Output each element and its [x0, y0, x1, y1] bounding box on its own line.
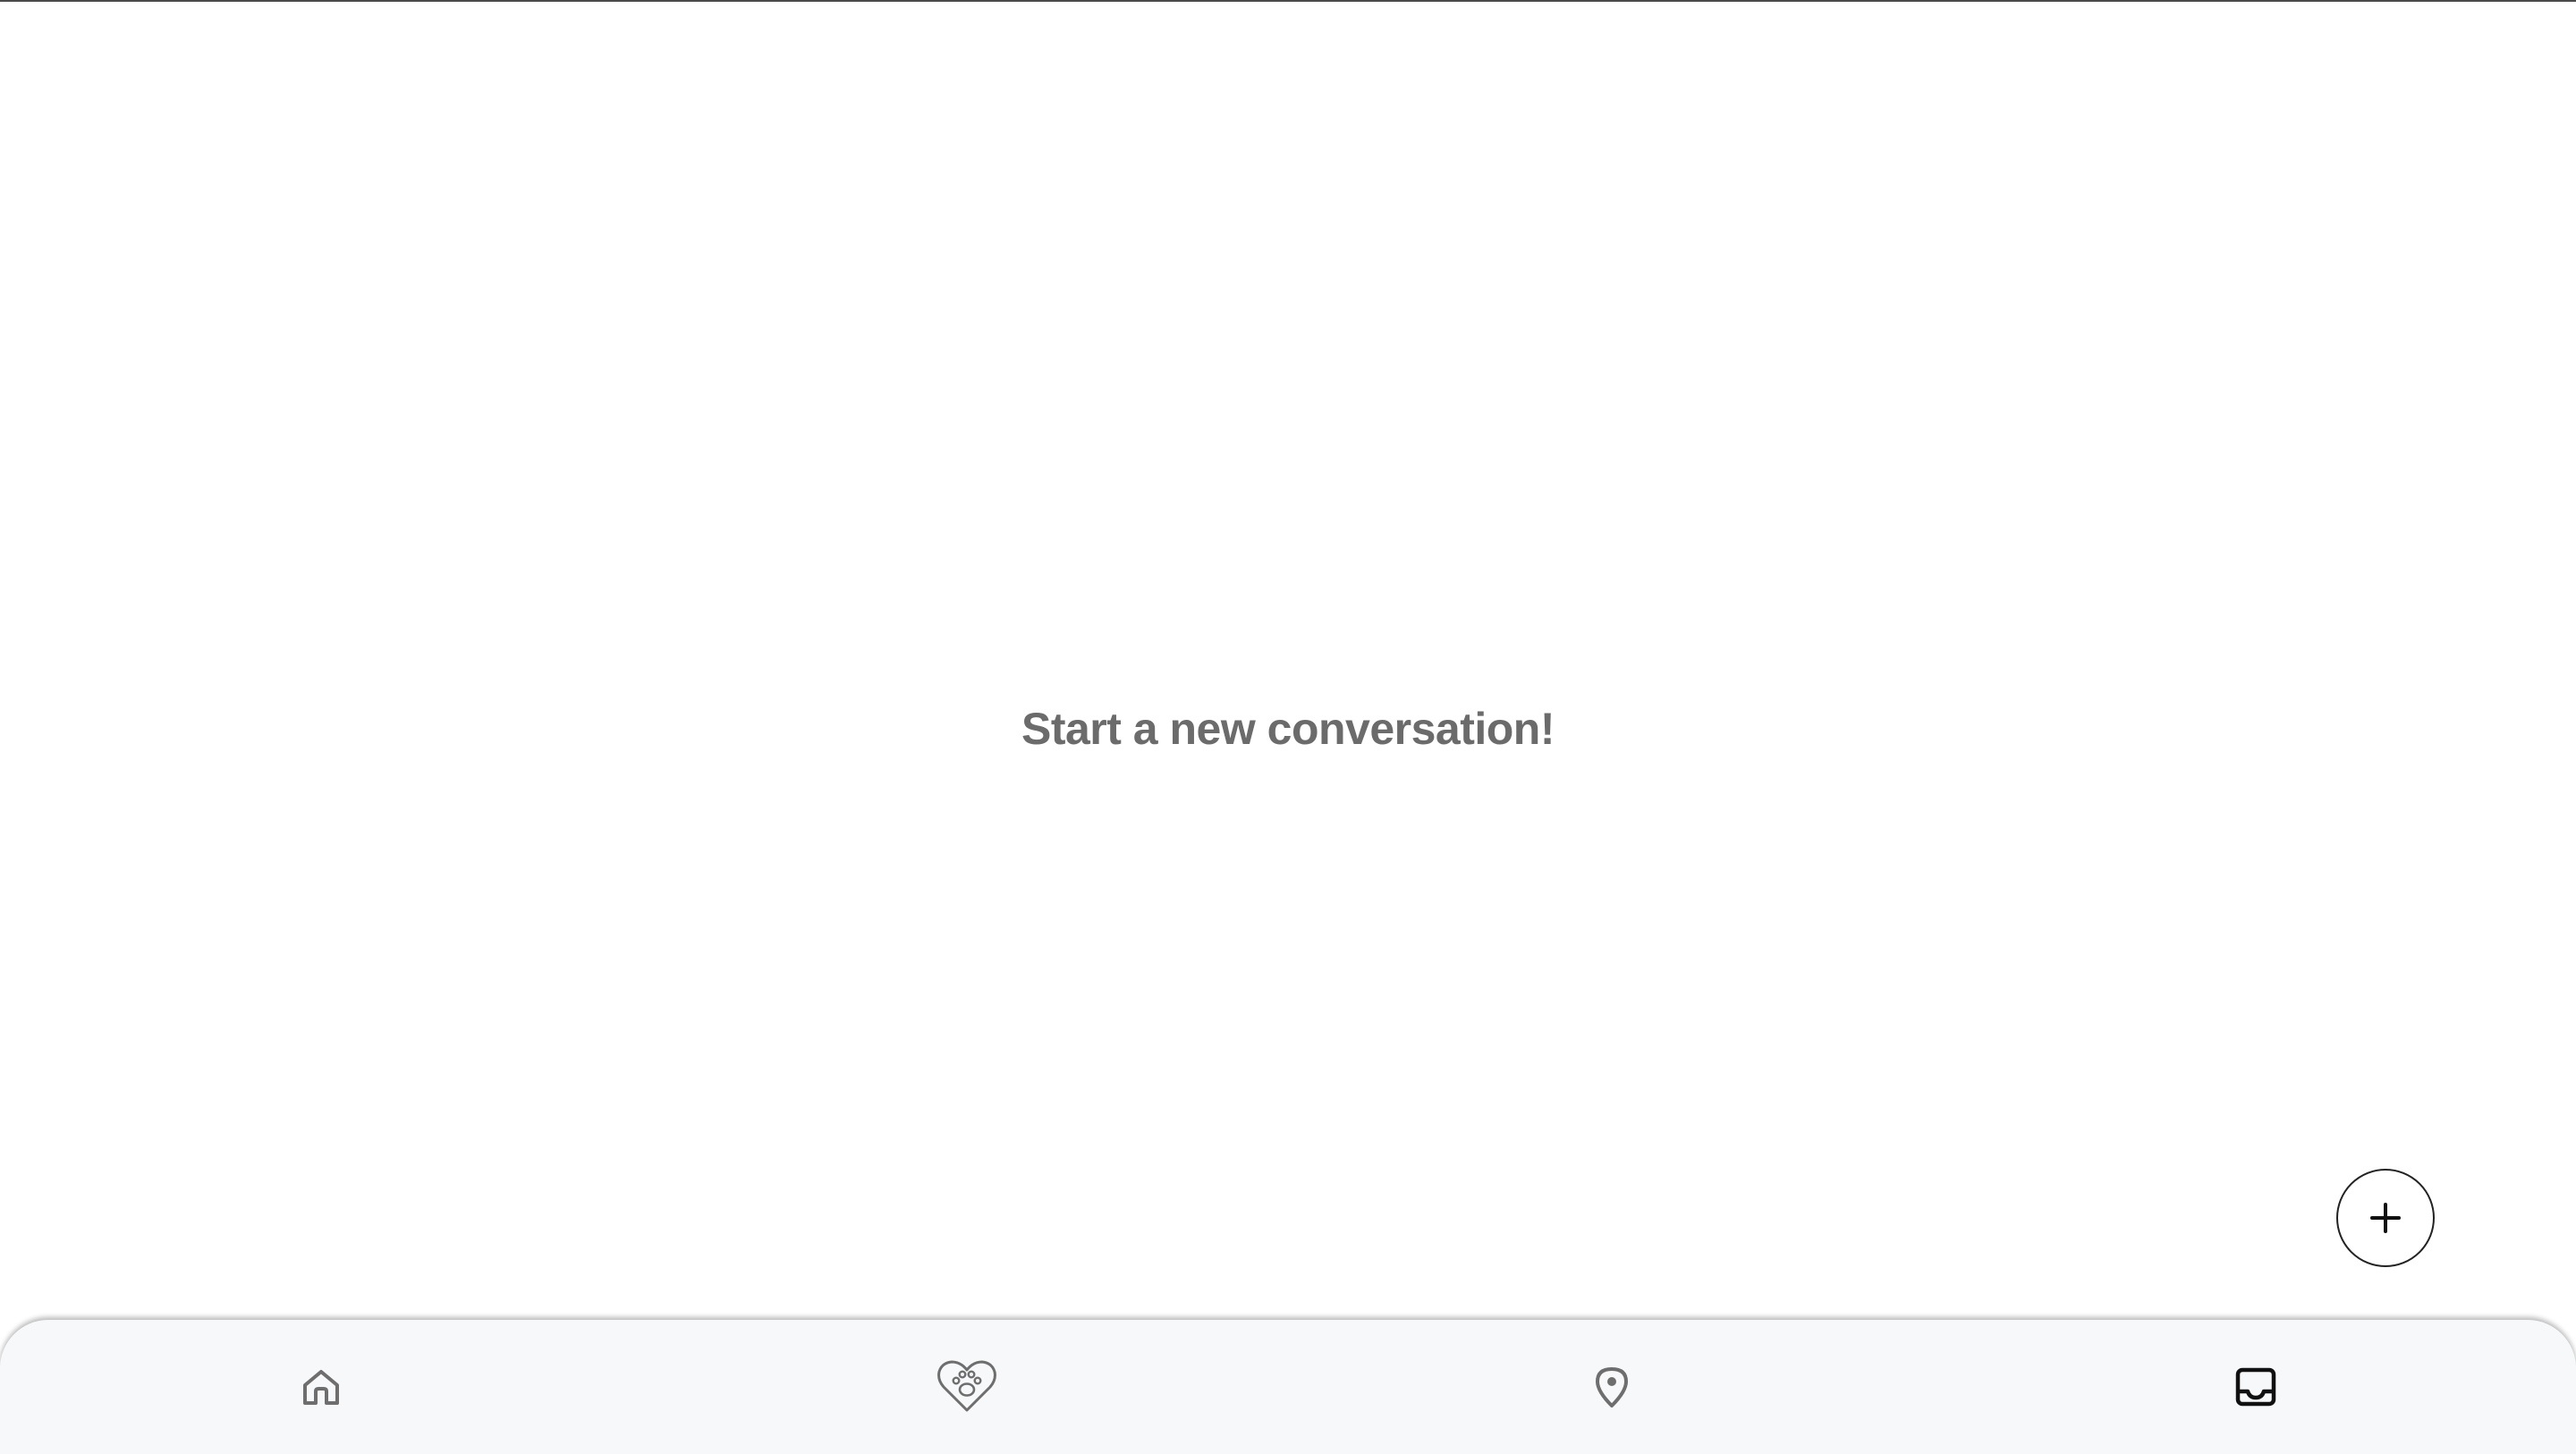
- nav-map-tab[interactable]: [1567, 1347, 1657, 1427]
- nav-pets-tab[interactable]: [922, 1347, 1012, 1427]
- paw-heart-icon: [937, 1360, 996, 1412]
- inbox-icon: [2235, 1367, 2276, 1407]
- plus-icon: [2370, 1203, 2401, 1233]
- new-conversation-button[interactable]: [2336, 1169, 2435, 1267]
- top-divider: [0, 0, 2576, 2]
- nav-inbox-tab[interactable]: [2211, 1347, 2301, 1427]
- nav-home-tab[interactable]: [276, 1347, 366, 1427]
- map-pin-icon: [1596, 1367, 1628, 1408]
- messages-screen: Start a new conversation!: [0, 0, 2576, 1454]
- empty-state-message: Start a new conversation!: [1021, 704, 1555, 754]
- bottom-navigation-bar: [0, 1320, 2576, 1454]
- home-icon: [303, 1370, 339, 1405]
